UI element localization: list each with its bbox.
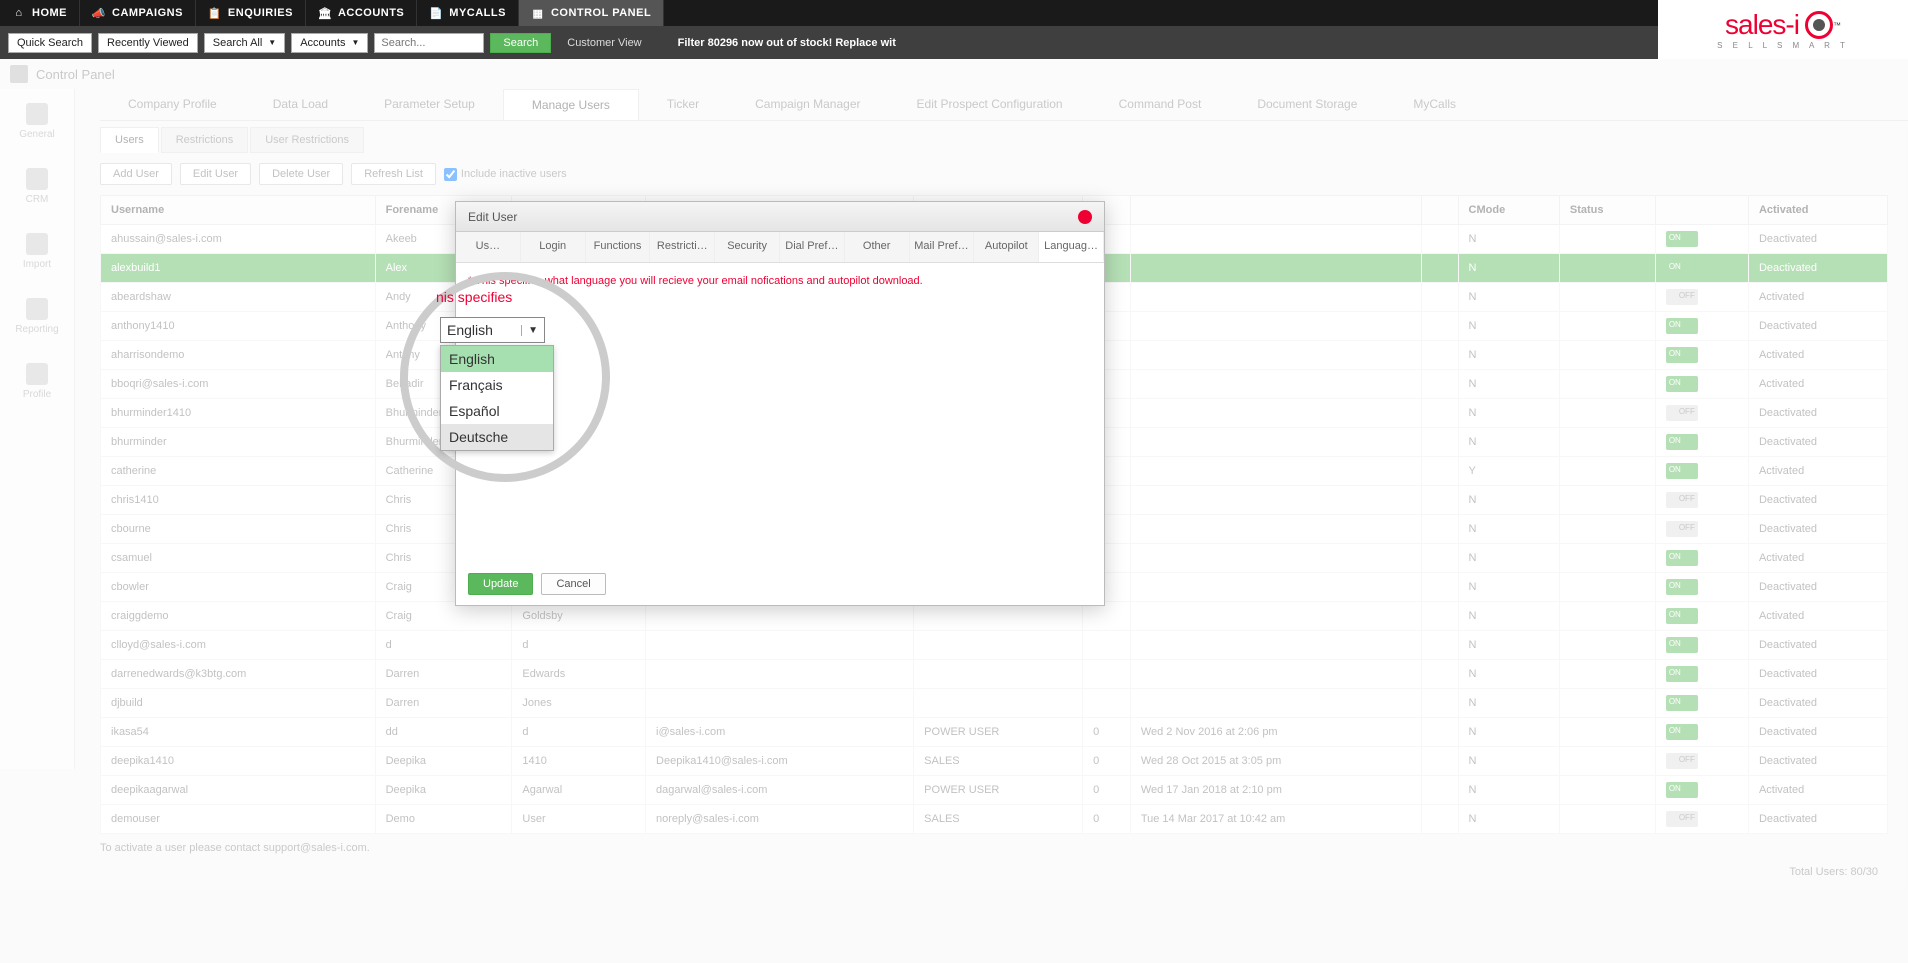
modal-title: Edit User xyxy=(468,210,517,224)
logo-area: sales-i ™ S E L L S M A R T xyxy=(1658,0,1908,59)
modal-tab[interactable]: Dial Pref… xyxy=(780,232,845,262)
language-option[interactable]: Español xyxy=(441,398,553,424)
modal-tab[interactable]: Other xyxy=(845,232,910,262)
ticker-text: Filter 80296 now out of stock! Replace w… xyxy=(678,37,896,49)
nav-home[interactable]: ⌂ HOME xyxy=(0,0,80,26)
nav-label: CONTROL PANEL xyxy=(551,7,651,19)
logo-icon xyxy=(1805,11,1833,39)
language-options-list: EnglishFrançaisEspañolDeutsche xyxy=(440,345,554,451)
enquiries-icon: 📋 xyxy=(208,6,222,20)
logo-tagline: S E L L S M A R T xyxy=(1717,41,1849,50)
modal-tabs: Us…LoginFunctionsRestricti…SecurityDial … xyxy=(456,232,1104,263)
nav-label: ACCOUNTS xyxy=(338,7,404,19)
nav-accounts[interactable]: 🏛 ACCOUNTS xyxy=(306,0,417,26)
modal-tab[interactable]: Functions xyxy=(586,232,651,262)
accounts-icon: 🏛 xyxy=(318,6,332,20)
chevron-down-icon: ▼ xyxy=(521,325,538,336)
campaigns-icon: 📣 xyxy=(92,6,106,20)
filter-bar: Quick Search Recently Viewed Search All▼… xyxy=(0,26,1908,59)
nav-label: CAMPAIGNS xyxy=(112,7,183,19)
modal-tab[interactable]: Mail Pref… xyxy=(910,232,975,262)
modal-close-button[interactable] xyxy=(1078,210,1092,224)
logo-text: sales-i xyxy=(1725,9,1799,41)
modal-tab[interactable]: Us… xyxy=(456,232,521,262)
modal-tab[interactable]: Autopilot xyxy=(974,232,1039,262)
modal-tab[interactable]: Login xyxy=(521,232,586,262)
language-option[interactable]: Français xyxy=(441,372,553,398)
home-icon: ⌂ xyxy=(12,6,26,20)
recently-viewed-button[interactable]: Recently Viewed xyxy=(98,33,198,53)
customer-view-link[interactable]: Customer View xyxy=(567,37,641,49)
update-button[interactable]: Update xyxy=(468,573,533,595)
search-input[interactable] xyxy=(374,33,484,53)
magnified-note-fragment: nis specifies xyxy=(436,289,554,305)
language-option[interactable]: Deutsche xyxy=(441,424,553,450)
nav-label: ENQUIRIES xyxy=(228,7,293,19)
cancel-button[interactable]: Cancel xyxy=(541,573,605,595)
nav-campaigns[interactable]: 📣 CAMPAIGNS xyxy=(80,0,196,26)
chevron-down-icon: ▼ xyxy=(351,38,359,47)
nav-mycalls[interactable]: 📄 MYCALLS xyxy=(417,0,519,26)
language-select[interactable]: English ▼ xyxy=(440,317,545,343)
language-selected-value: English xyxy=(447,322,493,338)
modal-tab[interactable]: Restricti… xyxy=(650,232,715,262)
nav-control-panel[interactable]: ▦ CONTROL PANEL xyxy=(519,0,664,26)
accounts-dropdown[interactable]: Accounts▼ xyxy=(291,33,368,53)
quick-search-button[interactable]: Quick Search xyxy=(8,33,92,53)
modal-note: * This specifies what language you will … xyxy=(468,275,1092,287)
mycalls-icon: 📄 xyxy=(429,6,443,20)
modal-tab[interactable]: Languag… xyxy=(1039,232,1104,262)
nav-label: HOME xyxy=(32,7,67,19)
modal-header: Edit User xyxy=(456,202,1104,232)
control-icon: ▦ xyxy=(531,6,545,20)
chevron-down-icon: ▼ xyxy=(268,38,276,47)
modal-tab[interactable]: Security xyxy=(715,232,780,262)
modal-footer: Update Cancel xyxy=(456,563,1104,605)
nav-label: MYCALLS xyxy=(449,7,506,19)
language-dropdown-area: nis specifies English ▼ EnglishFrançaisE… xyxy=(440,289,554,451)
search-button[interactable]: Search xyxy=(490,33,551,53)
search-all-dropdown[interactable]: Search All▼ xyxy=(204,33,285,53)
logo-tm: ™ xyxy=(1833,21,1841,30)
language-option[interactable]: English xyxy=(441,346,553,372)
nav-enquiries[interactable]: 📋 ENQUIRIES xyxy=(196,0,306,26)
top-nav: ⌂ HOME 📣 CAMPAIGNS 📋 ENQUIRIES 🏛 ACCOUNTS 📄 M… xyxy=(0,0,1908,26)
